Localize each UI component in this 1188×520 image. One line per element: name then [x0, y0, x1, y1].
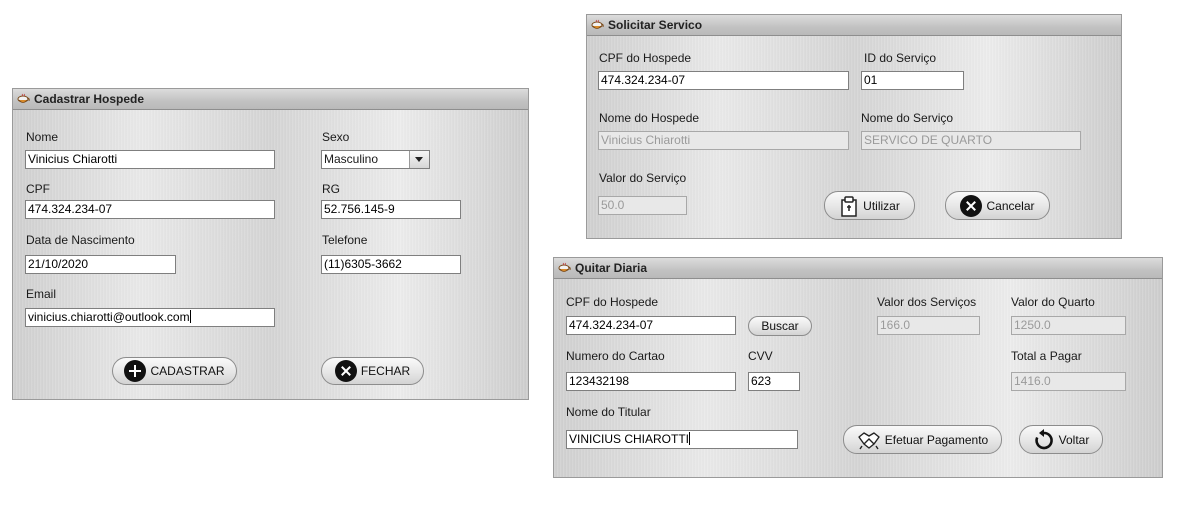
- refresh-icon: [1034, 428, 1053, 449]
- nome-servico-field: SERVICO DE QUARTO: [861, 131, 1081, 150]
- fechar-button[interactable]: FECHAR: [321, 357, 424, 385]
- numero-cartao-field[interactable]: 123432198: [566, 372, 736, 391]
- cpf-hospede-label: CPF do Hospede: [599, 51, 692, 65]
- window-title: Quitar Diaria: [575, 261, 648, 275]
- buscar-button-label: Buscar: [761, 319, 799, 333]
- java-cup-icon: [17, 93, 30, 103]
- cadastrar-hospede-window: Cadastrar Hospede Nome Vinicius Chiarott…: [12, 88, 529, 400]
- fechar-button-label: FECHAR: [360, 364, 411, 378]
- window-titlebar[interactable]: Cadastrar Hospede: [13, 89, 528, 110]
- efetuar-pagamento-button[interactable]: Efetuar Pagamento: [843, 425, 1002, 454]
- cancelar-button-label: Cancelar: [986, 198, 1035, 213]
- cpf-hospede-field[interactable]: 474.324.234-07: [598, 71, 849, 90]
- nome-titular-field-value: VINICIUS CHIAROTTI: [569, 432, 690, 446]
- window-title: Cadastrar Hospede: [34, 92, 145, 106]
- cvv-field[interactable]: 623: [748, 372, 800, 391]
- cvv-label: CVV: [748, 349, 773, 363]
- email-field-value: vinicius.chiarotti@outlook.com: [28, 310, 190, 324]
- cpf-field[interactable]: 474.324.234-07: [25, 200, 275, 219]
- window-title: Solicitar Servico: [608, 18, 703, 32]
- close-circle-icon: [334, 360, 357, 382]
- text-caret: [689, 432, 691, 445]
- total-pagar-field: 1416.0: [1011, 372, 1126, 391]
- nome-titular-field[interactable]: VINICIUS CHIAROTTI: [566, 430, 798, 449]
- utilizar-button-label: Utilizar: [863, 198, 900, 213]
- rg-field[interactable]: 52.756.145-9: [321, 200, 461, 219]
- close-circle-icon: [960, 194, 983, 217]
- cpf-hospede-field[interactable]: 474.324.234-07: [566, 316, 736, 335]
- java-cup-icon: [591, 19, 604, 29]
- sexo-select-value: Masculino: [324, 152, 379, 166]
- cadastrar-button-label: CADASTRAR: [150, 364, 225, 378]
- window-titlebar[interactable]: Quitar Diaria: [554, 258, 1162, 279]
- voltar-button[interactable]: Voltar: [1019, 425, 1103, 454]
- utilizar-button[interactable]: Utilizar: [824, 191, 915, 220]
- telefone-label: Telefone: [322, 233, 368, 247]
- valor-servico-label: Valor do Serviço: [599, 171, 687, 185]
- chevron-down-icon[interactable]: [409, 151, 429, 168]
- id-servico-label: ID do Serviço: [864, 51, 937, 65]
- efetuar-pagamento-button-label: Efetuar Pagamento: [884, 432, 989, 447]
- email-field[interactable]: vinicius.chiarotti@outlook.com: [25, 308, 275, 327]
- nome-label: Nome: [26, 130, 59, 144]
- sexo-select[interactable]: Masculino: [321, 150, 430, 169]
- data-nascimento-field[interactable]: 21/10/2020: [25, 255, 176, 274]
- nome-hospede-field: Vinicius Chiarotti: [598, 131, 849, 150]
- nome-titular-label: Nome do Titular: [566, 405, 651, 419]
- data-nascimento-label: Data de Nascimento: [26, 233, 135, 247]
- valor-quarto-field: 1250.0: [1011, 316, 1126, 335]
- valor-servicos-label: Valor dos Serviços: [877, 295, 977, 309]
- java-cup-icon: [558, 262, 571, 272]
- cpf-hospede-label: CPF do Hospede: [566, 295, 659, 309]
- plus-circle-icon: [124, 360, 147, 382]
- valor-quarto-label: Valor do Quarto: [1011, 295, 1095, 309]
- quitar-diaria-window: Quitar Diaria CPF do Hospede 474.324.234…: [553, 257, 1163, 478]
- rg-label: RG: [322, 182, 340, 196]
- valor-servicos-field: 166.0: [877, 316, 980, 335]
- voltar-button-label: Voltar: [1058, 432, 1090, 447]
- clipboard-icon: [841, 195, 857, 217]
- solicitar-servico-window: Solicitar Servico CPF do Hospede 474.324…: [586, 14, 1122, 239]
- sexo-label: Sexo: [322, 130, 350, 144]
- id-servico-field[interactable]: 01: [861, 71, 964, 90]
- valor-servico-field: 50.0: [598, 196, 687, 215]
- total-pagar-label: Total a Pagar: [1011, 349, 1082, 363]
- telefone-field[interactable]: (11)6305-3662: [321, 255, 461, 274]
- handshake-icon: [858, 431, 880, 449]
- text-caret: [189, 310, 191, 323]
- buscar-button[interactable]: Buscar: [748, 316, 812, 336]
- window-titlebar[interactable]: Solicitar Servico: [587, 15, 1121, 36]
- numero-cartao-label: Numero do Cartao: [566, 349, 665, 363]
- email-label: Email: [26, 287, 57, 301]
- cpf-label: CPF: [26, 182, 50, 196]
- nome-hospede-label: Nome do Hospede: [599, 111, 700, 125]
- nome-field[interactable]: Vinicius Chiarotti: [25, 150, 275, 169]
- cancelar-button[interactable]: Cancelar: [945, 191, 1050, 220]
- nome-servico-label: Nome do Serviço: [861, 111, 954, 125]
- cadastrar-button[interactable]: CADASTRAR: [112, 357, 237, 385]
